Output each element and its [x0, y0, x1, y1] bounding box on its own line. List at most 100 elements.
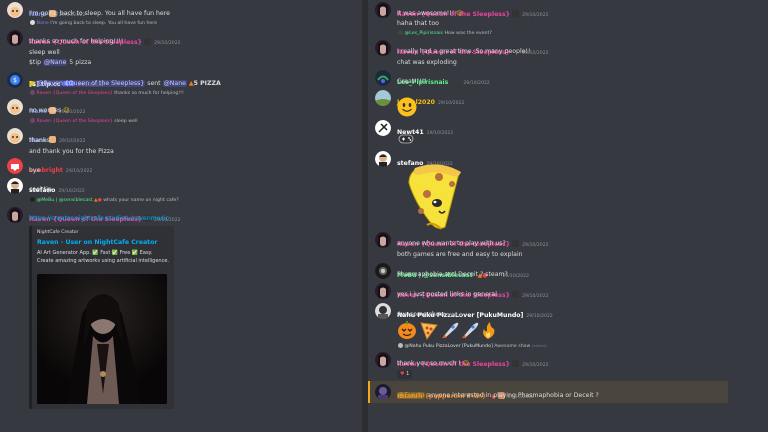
reply-text: Awesome show	[494, 344, 531, 349]
message-text: haha that too	[397, 20, 439, 27]
pumpkin-emoji-icon	[398, 321, 416, 339]
reply-text: whats your name on night cafe?	[103, 198, 179, 203]
embed-title[interactable]: Raven - User on NightCafe Creator	[37, 239, 157, 246]
avatar[interactable]	[375, 120, 391, 136]
reply-author: Raven {Queen of the Sleepless}	[36, 91, 113, 96]
coin-icon: ●	[29, 80, 35, 87]
reply-avatar	[30, 90, 35, 95]
message-text: It was awesome!!! ☺	[397, 10, 463, 17]
message-text: no worries ☺	[29, 107, 70, 114]
avatar[interactable]: $	[7, 72, 23, 88]
embed-image[interactable]	[37, 274, 167, 404]
smile-emoji-icon: ☺	[63, 107, 70, 114]
reaction-heart[interactable]: ♥ 1	[397, 370, 413, 379]
reply-preview[interactable]: Raven {Queen of the Sleepless} sleep wel…	[30, 118, 138, 124]
reply-preview[interactable]: Nane I'm going back to sleep. You all ha…	[30, 20, 157, 26]
avatar[interactable]	[7, 207, 23, 223]
emoji-row	[397, 320, 497, 344]
avatar[interactable]	[375, 70, 391, 86]
role-icon	[512, 360, 520, 367]
avatar[interactable]	[7, 158, 23, 174]
role-icon	[144, 38, 152, 45]
role-icon	[512, 240, 520, 247]
reply-avatar	[30, 118, 35, 123]
smile-emoji-icon: ☺	[456, 10, 463, 17]
rocket-emoji-icon	[442, 322, 459, 338]
message-text: anyone who wants to play with us?	[397, 240, 506, 247]
role-icon	[512, 10, 520, 17]
timestamp: 29/10/2022	[463, 81, 490, 86]
timestamp: 29/10/2022	[58, 189, 85, 194]
message-text: $tip @Nane 5 pizza	[29, 59, 91, 66]
avatar[interactable]	[7, 128, 23, 144]
message-text: ● @Raven {Queen of the Sleepless} sent @…	[29, 80, 221, 87]
timestamp: 29/10/2022	[526, 314, 553, 319]
fire-emoji-icon	[483, 322, 495, 339]
chat-right: Raven {Queen of the Sleepless} 29/10/2022…	[368, 0, 768, 432]
reply-preview[interactable]: @Les_Pipirisnais How was the event?	[398, 30, 492, 36]
tip-amount: 5 PIZZA	[193, 80, 221, 87]
avatar[interactable]	[7, 99, 23, 115]
user-mention[interactable]: @Raven {Queen of the Sleepless}	[36, 80, 146, 87]
timestamp: 29/10/2022	[522, 243, 549, 248]
reply-avatar	[30, 20, 35, 25]
reply-avatar	[398, 343, 403, 348]
reply-preview[interactable]: @MeBu | @sensiblecast ▲● whats your name…	[30, 197, 179, 203]
user-mention[interactable]: @Nane	[42, 59, 68, 66]
message-text: thank you so much ! ☺	[397, 360, 469, 367]
role-icon	[512, 291, 520, 298]
smile-emoji-icon: ☺	[462, 360, 470, 367]
message-text: I'm going back to sleep. You all have fu…	[29, 10, 170, 17]
reply-text: I'm going back to sleep. You all have fu…	[50, 21, 158, 26]
role-icon	[450, 80, 461, 83]
avatar[interactable]	[375, 232, 391, 248]
message-text: thanks so much for helping!!!!	[29, 38, 124, 45]
message-body: Awesome show	[397, 311, 445, 318]
svg-text:$: $	[13, 77, 17, 84]
message-text: I really had a great time. So many peopl…	[397, 48, 531, 55]
message-text: thanks	[29, 137, 50, 144]
timestamp: 29/10/2022	[522, 294, 549, 299]
nightcafe-link[interactable]: https://creator.nightcafe.studio/u/raven…	[29, 215, 169, 222]
avatar[interactable]	[7, 30, 23, 46]
avatar[interactable]	[375, 384, 391, 400]
timestamp: 29/10/2022	[154, 41, 181, 46]
user-mention[interactable]: @Everto	[397, 392, 426, 399]
reply-avatar	[398, 30, 403, 35]
embed-description-line2: Create amazing artworks using artificial…	[37, 258, 170, 264]
message-text: @Everto anyone interested in playing Pha…	[397, 392, 599, 399]
user-mention[interactable]: @Nane	[162, 80, 187, 87]
reply-text: How was the event?	[444, 31, 492, 36]
reply-preview[interactable]: @Nahu Puku PizzaLover [PukuMundo] Awesom…	[398, 343, 547, 349]
avatar[interactable]	[375, 263, 391, 279]
reply-author: @Les_Pipirisnais	[404, 31, 443, 36]
timestamp: 29/10/2022	[437, 101, 465, 106]
message-text: Awesome show (edited)	[397, 311, 462, 318]
avatar[interactable]	[375, 151, 391, 167]
avatar[interactable]	[375, 90, 391, 106]
rocket-emoji-icon	[462, 322, 479, 338]
embed-provider: NightCafe Creator	[37, 230, 79, 235]
discord-window: Nane 29/10/2022 I'm going back to sleep. …	[0, 0, 768, 432]
role-icon	[48, 136, 56, 143]
chat-left: Nane 29/10/2022 I'm going back to sleep. …	[0, 0, 362, 432]
avatar[interactable]	[375, 303, 391, 319]
reply-author: @MeBu | @sensiblecast	[36, 198, 93, 203]
avatar[interactable]	[375, 2, 391, 18]
edited-label: (edited)	[531, 343, 547, 348]
heart-icon: ♥	[400, 371, 405, 377]
smile-emoji-icon	[397, 97, 417, 121]
timestamp: 29/10/2022	[65, 169, 93, 174]
avatar[interactable]	[375, 40, 391, 56]
message-text: sleep well	[29, 49, 60, 56]
avatar[interactable]	[375, 352, 391, 368]
reply-author: @Nahu Puku PizzaLover [PukuMundo]	[404, 344, 493, 349]
amount-text: 5 pizza	[69, 59, 92, 66]
avatar[interactable]	[7, 2, 23, 18]
gamepad-emoji-icon	[398, 130, 414, 149]
reply-author: Raven {Queen of the Sleepless}	[36, 119, 113, 124]
avatar[interactable]	[375, 283, 391, 299]
avatar[interactable]	[7, 178, 23, 194]
reply-preview[interactable]: Raven {Queen of the Sleepless} thanks so…	[30, 90, 184, 96]
message-body: no worries	[29, 107, 62, 114]
